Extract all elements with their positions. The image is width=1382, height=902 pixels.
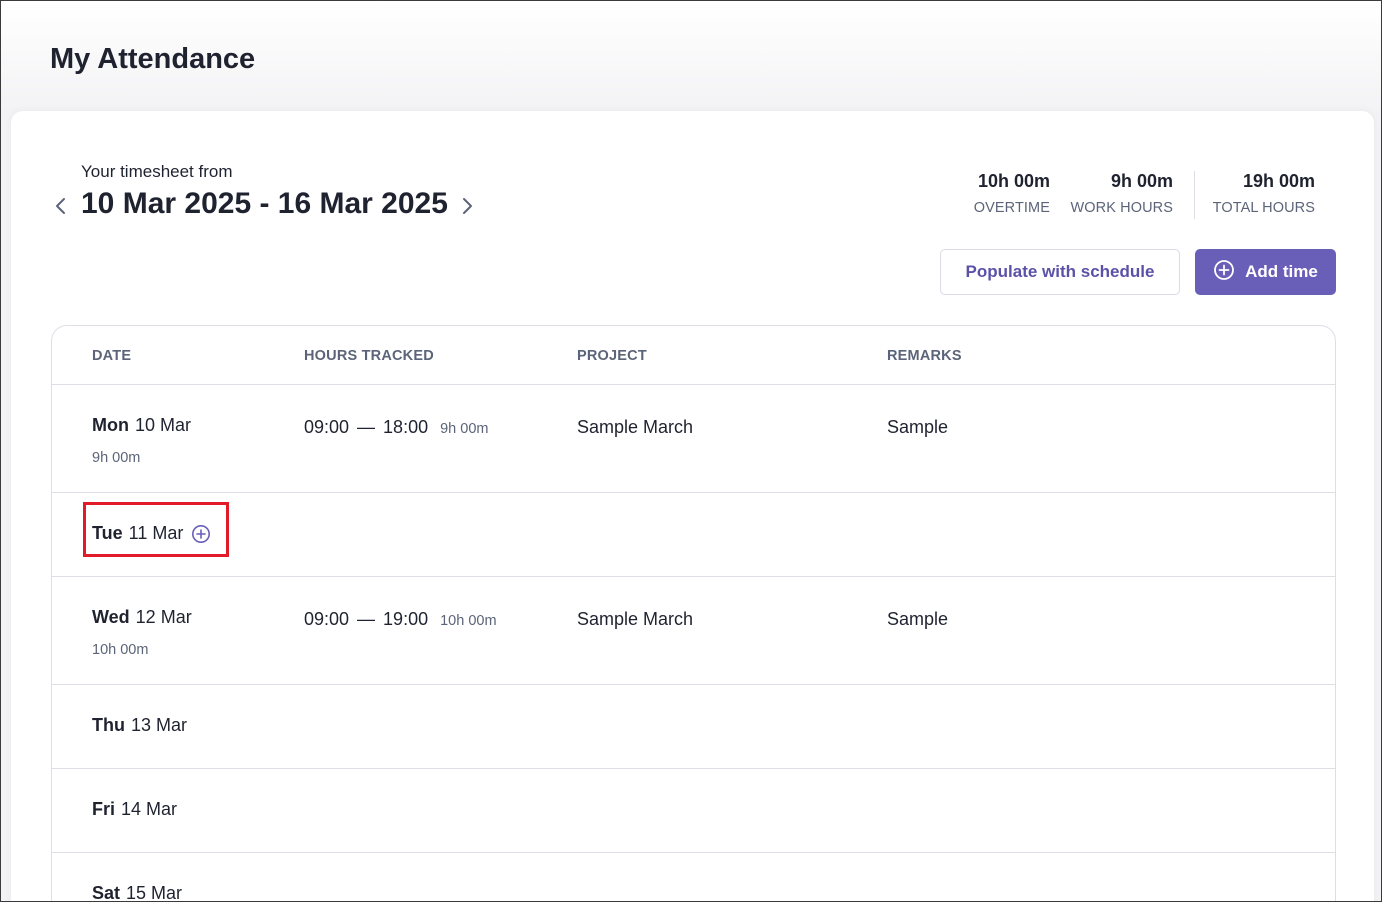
attendance-table: DATE HOURS TRACKED PROJECT REMARKS Mon 10… [51,325,1336,902]
row-remarks: Sample [887,417,949,437]
stat-label: WORK HOURS [1070,200,1173,216]
highlight-box [83,502,229,557]
row-date: 12 Mar [135,607,192,627]
populate-with-schedule-button[interactable]: Populate with schedule [940,249,1180,295]
end-time: 18:00 [383,417,429,437]
stat-overtime: 10h 00m OVERTIME [974,171,1050,216]
row-day: Thu 13 Mar [92,715,188,735]
row-day: Fri 14 Mar [92,799,178,819]
row-day: Mon 10 Mar [92,415,192,435]
row-project: Sample March [577,609,694,629]
stat-divider [1194,171,1195,219]
chevron-right-icon[interactable] [457,194,477,218]
stat-label: TOTAL HOURS [1212,200,1315,216]
row-date: 15 Mar [126,883,183,902]
table-row[interactable]: Wed 12 Mar 10h 00m 09:00 — 19:00 10h 00m Sam… [52,577,1335,685]
row-total-hours: 9h 00m [92,450,141,466]
table-row[interactable]: Thu 13 Mar [52,685,1335,769]
row-date: 10 Mar [134,415,192,435]
add-time-button[interactable]: Add time [1195,249,1336,295]
row-day: Wed 12 Mar [92,607,192,627]
table-row[interactable]: Mon 10 Mar 9h 00m 09:00 — 18:00 9h 00m Sampl… [52,385,1335,493]
plus-circle-icon [1213,259,1235,286]
time-entry[interactable]: 09:00 — 18:00 9h 00m [304,417,488,438]
end-time: 19:00 [383,609,429,629]
app-frame: My Attendance Your timesheet from 10 Mar… [0,0,1382,902]
stat-label: OVERTIME [973,200,1050,216]
stat-work-hours: 9h 00m WORK HOURS [1071,171,1174,216]
stat-value: 19h 00m [1242,171,1315,191]
page-title: My Attendance [50,43,256,75]
entry-duration: 10h 00m [440,613,497,629]
date-range: 10 Mar 2025 - 16 Mar 2025 [81,187,448,220]
stat-value: 10h 00m [977,171,1050,191]
timesheet-from-label: Your timesheet from [81,162,233,181]
table-row[interactable]: Sat 15 Mar [52,853,1335,902]
entry-duration: 9h 00m [440,421,489,437]
column-header-hours-tracked: HOURS TRACKED [304,348,434,364]
row-day: Sat 15 Mar [92,883,183,902]
column-header-date: DATE [92,348,132,364]
column-header-remarks: REMARKS [887,348,962,364]
row-remarks: Sample [887,609,949,629]
stat-total-hours: 19h 00m TOTAL HOURS [1213,171,1315,216]
add-time-label: Add time [1245,262,1318,281]
start-time: 09:00 [304,609,350,629]
row-project: Sample March [577,417,694,437]
column-header-project: PROJECT [577,348,647,364]
start-time: 09:00 [304,417,350,437]
table-row[interactable]: Fri 14 Mar [52,769,1335,853]
table-row[interactable]: Tue 11 Mar [52,493,1335,577]
time-dash: — [357,609,376,629]
stat-value: 9h 00m [1110,171,1173,191]
chevron-left-icon[interactable] [51,194,71,218]
row-date: 13 Mar [131,715,188,735]
row-date: 14 Mar [121,799,178,819]
time-dash: — [357,417,376,437]
row-total-hours: 10h 00m [92,642,149,658]
time-entry[interactable]: 09:00 — 19:00 10h 00m [304,609,497,630]
